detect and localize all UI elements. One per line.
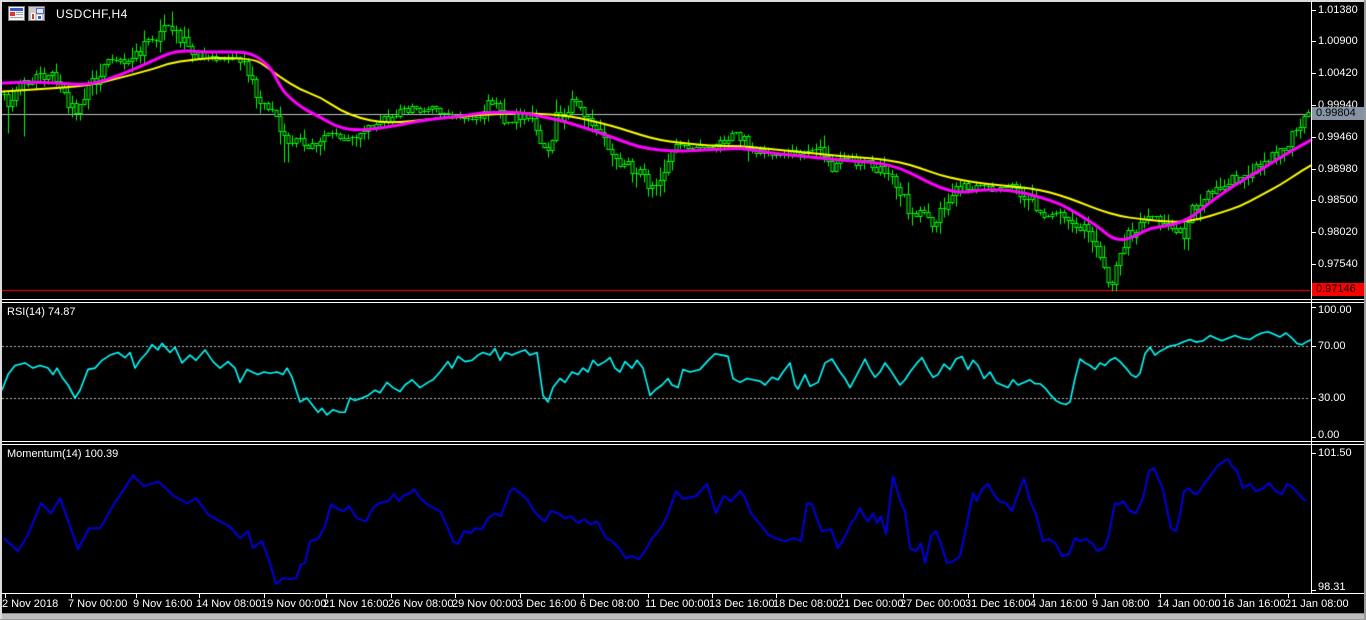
time-axis-tick [455, 594, 456, 598]
axis-tick [1311, 437, 1316, 438]
axis-tick [1311, 73, 1316, 74]
time-axis-tick [5, 594, 6, 598]
rsi-pane-label: RSI(14) 74.87 [7, 306, 76, 318]
axis-tick-label: 1.00900 [1318, 35, 1358, 47]
time-axis-tick [326, 594, 327, 598]
axis-tick-label: 100.00 [1318, 304, 1352, 316]
axis-tick-label: 30.00 [1318, 392, 1346, 404]
low-price-label: 0.97146 [1312, 283, 1364, 296]
time-axis-label: 18 Dec 08:00 [773, 598, 839, 610]
axis-tick-label: 98.31 [1318, 581, 1346, 593]
axis-tick [1311, 264, 1316, 265]
time-axis-label: 21 Jan 08:00 [1285, 598, 1349, 610]
momentum-indicator-chart[interactable] [0, 445, 1366, 593]
time-axis-tick [264, 594, 265, 598]
axis-tick-label: 0.97540 [1318, 258, 1358, 270]
time-axis-label: 11 Dec 00:00 [645, 598, 710, 610]
axis-tick-label: 0.99460 [1318, 131, 1358, 143]
time-axis-label: 27 Dec 00:00 [900, 598, 966, 610]
time-axis-tick [841, 594, 842, 598]
time-axis-tick [1288, 594, 1289, 598]
time-axis-label: 31 Dec 16:00 [965, 598, 1031, 610]
time-axis-label: 7 Nov 00:00 [68, 598, 128, 610]
time-axis-tick [1033, 594, 1034, 598]
time-axis-label: 16 Jan 16:00 [1222, 598, 1286, 610]
time-axis-label: 29 Nov 00:00 [452, 598, 518, 610]
time-axis-tick [199, 594, 200, 598]
axis-tick [1311, 590, 1316, 591]
time-axis-tick [968, 594, 969, 598]
axis-tick-label: 1.00420 [1318, 67, 1358, 79]
rsi-indicator-chart[interactable] [0, 303, 1366, 441]
panel-divider[interactable] [2, 441, 1364, 442]
momentum-pane-label: Momentum(14) 100.39 [7, 448, 119, 460]
panel-divider[interactable] [2, 444, 1364, 445]
time-axis-tick [903, 594, 904, 598]
chart-type-icon[interactable] [28, 6, 45, 21]
time-axis-tick [712, 594, 713, 598]
time-axis-label: 21 Dec 00:00 [838, 598, 904, 610]
bottom-scroll-strip[interactable] [0, 613, 1366, 620]
chart-window: USDCHF,H4 RSI(14) 74.87 Momentum(14) 100… [0, 0, 1366, 620]
axis-tick-label: 70.00 [1318, 340, 1346, 352]
axis-tick [1311, 307, 1316, 308]
axis-tick-label: 0.98980 [1318, 163, 1358, 175]
axis-tick [1311, 453, 1316, 454]
axis-tick [1311, 200, 1316, 201]
time-axis-tick [1225, 594, 1226, 598]
chart-window-icon[interactable] [8, 6, 25, 21]
time-axis-label: 21 Nov 16:00 [323, 598, 389, 610]
symbol-title: USDCHF,H4 [56, 6, 128, 21]
panel-divider[interactable] [2, 302, 1364, 303]
price-axis-border [1311, 2, 1312, 593]
axis-tick [1311, 232, 1316, 233]
time-axis-tick [391, 594, 392, 598]
axis-tick [1311, 137, 1316, 138]
main-price-chart[interactable] [0, 0, 1366, 299]
time-axis-label: 19 Nov 00:00 [261, 598, 327, 610]
time-axis-tick [71, 594, 72, 598]
panel-divider[interactable] [2, 299, 1364, 300]
axis-tick [1311, 169, 1316, 170]
time-axis-label: 13 Dec 16:00 [709, 598, 775, 610]
axis-tick-label: 101.50 [1318, 447, 1352, 459]
time-axis-tick [136, 594, 137, 598]
time-axis-tick [776, 594, 777, 598]
current-price-label: 0.99804 [1312, 107, 1364, 120]
time-axis-label: 14 Nov 08:00 [196, 598, 262, 610]
axis-tick-label: 0.98020 [1318, 226, 1358, 238]
time-axis-label: 26 Nov 08:00 [388, 598, 454, 610]
time-axis-label: 9 Jan 08:00 [1092, 598, 1150, 610]
time-axis-tick [648, 594, 649, 598]
axis-tick-label: 0.98500 [1318, 194, 1358, 206]
time-axis-label: 4 Jan 16:00 [1030, 598, 1088, 610]
time-axis-tick [583, 594, 584, 598]
axis-tick [1311, 105, 1316, 106]
axis-tick [1311, 346, 1316, 347]
axis-tick [1311, 398, 1316, 399]
time-axis-label: 6 Dec 08:00 [580, 598, 640, 610]
axis-tick-label: 1.01380 [1318, 4, 1358, 16]
time-axis-tick [1095, 594, 1096, 598]
time-axis-label: 9 Nov 16:00 [133, 598, 193, 610]
axis-tick [1311, 10, 1316, 11]
time-axis-label: 3 Dec 16:00 [517, 598, 577, 610]
time-axis-tick [520, 594, 521, 598]
time-axis-tick [1160, 594, 1161, 598]
axis-tick-label: 0.00 [1318, 429, 1340, 441]
chart-titlebar: USDCHF,H4 [8, 6, 128, 21]
axis-tick [1311, 41, 1316, 42]
time-axis-label: 14 Jan 00:00 [1157, 598, 1221, 610]
time-axis-label: 2 Nov 2018 [2, 598, 59, 610]
